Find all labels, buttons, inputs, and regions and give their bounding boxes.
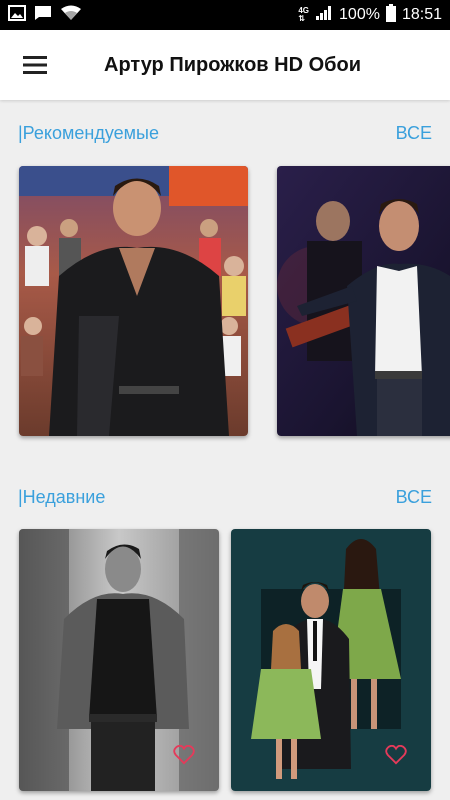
network-type: 4G ⇅: [298, 7, 309, 23]
recent-wallpaper-card[interactable]: [231, 529, 431, 791]
battery-icon: [385, 3, 396, 27]
message-icon: [34, 5, 52, 26]
section-header-featured: |Рекомендуемые ВСЕ: [0, 118, 450, 148]
favorite-heart-icon[interactable]: [173, 745, 195, 765]
clock: 18:51: [401, 6, 442, 23]
wallpaper-image: [277, 166, 450, 436]
section-title-recent: |Недавние: [18, 486, 106, 507]
battery-percent: 100%: [339, 6, 380, 23]
status-left: [8, 4, 82, 26]
status-bar: 4G ⇅ 100% 18:51: [0, 0, 450, 30]
gallery-icon: [8, 4, 26, 26]
wallpaper-image: [19, 166, 248, 436]
recent-wallpaper-card[interactable]: [19, 529, 219, 791]
app-bar: Артур Пирожков HD Обои: [0, 30, 450, 100]
wifi-icon: [60, 5, 82, 26]
see-all-recent-button[interactable]: ВСЕ: [396, 487, 432, 508]
featured-wallpaper-card[interactable]: [277, 166, 450, 436]
section-header-recent: |Недавние ВСЕ: [0, 482, 450, 512]
page-title: Артур Пирожков HD Обои: [104, 53, 362, 76]
section-title-featured: |Рекомендуемые: [18, 122, 159, 143]
hamburger-menu-icon: [23, 56, 47, 74]
status-right: 4G ⇅ 100% 18:51: [298, 3, 442, 27]
see-all-featured-button[interactable]: ВСЕ: [396, 123, 432, 144]
data-arrows-icon: ⇅: [298, 14, 306, 23]
menu-button[interactable]: [0, 30, 70, 100]
signal-icon: [315, 5, 333, 26]
featured-wallpaper-card[interactable]: [19, 166, 248, 436]
app-root: 4G ⇅ 100% 18:51 Артур Пирожков HD Обои |…: [0, 0, 450, 800]
favorite-heart-icon[interactable]: [385, 745, 407, 765]
